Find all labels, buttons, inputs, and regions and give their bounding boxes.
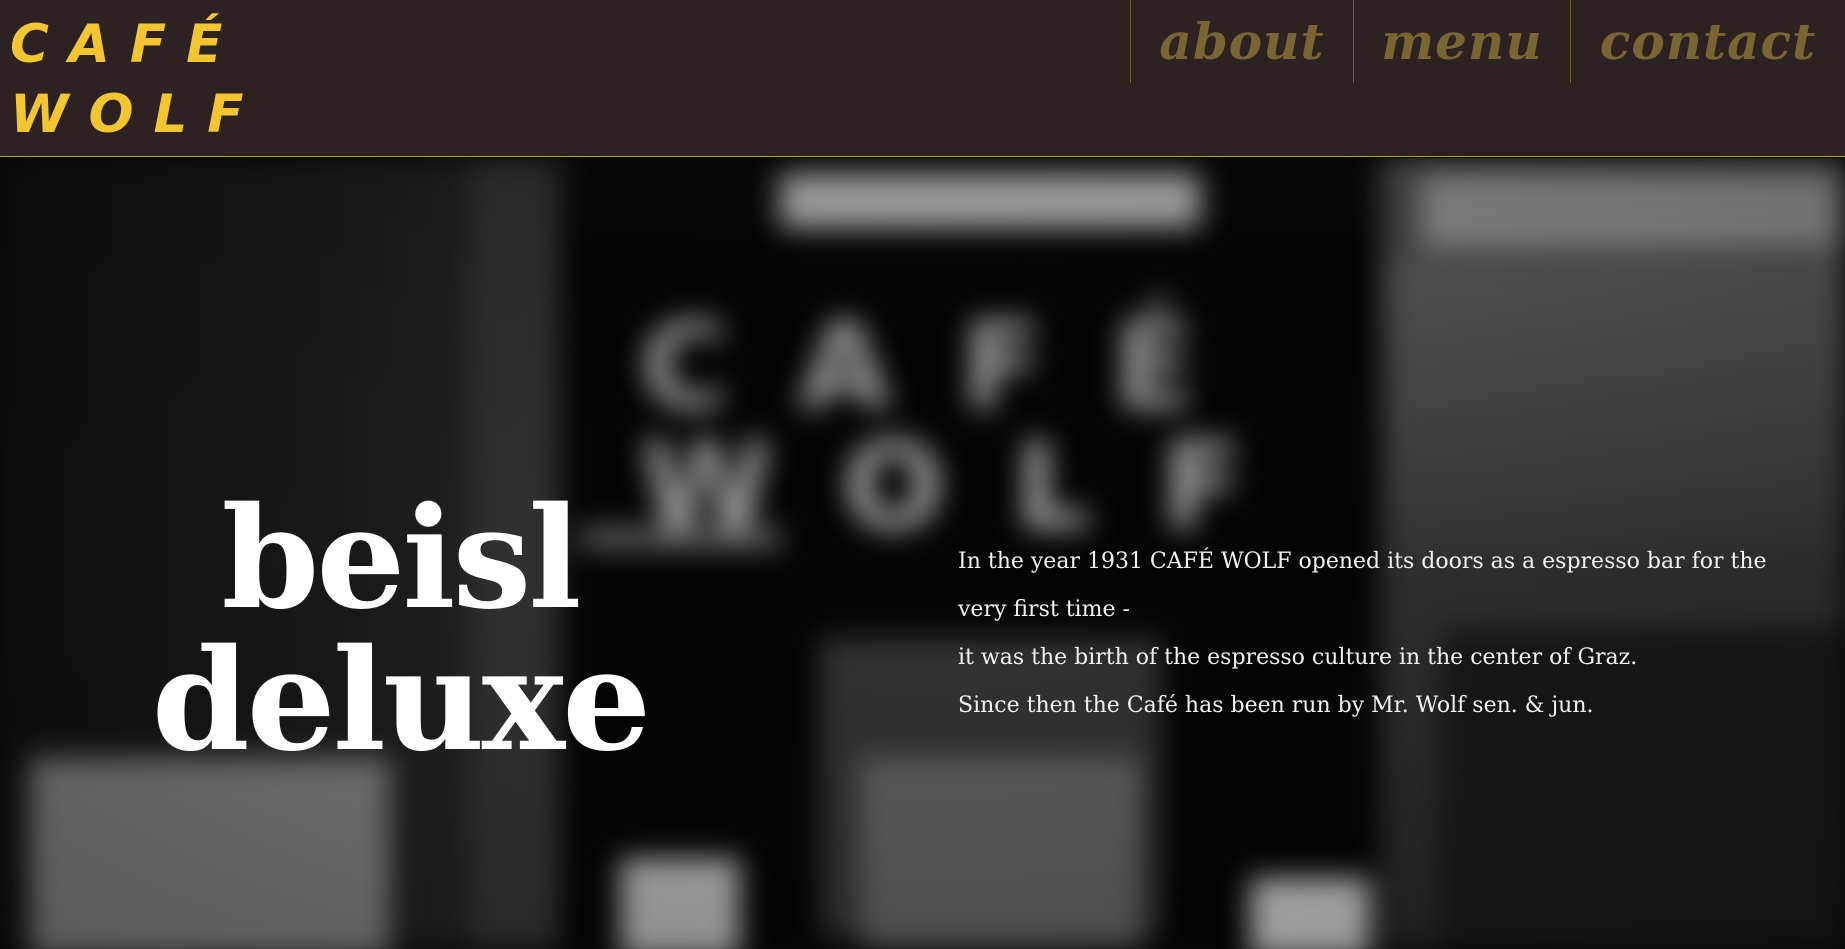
main-nav: about menu contact xyxy=(1130,0,1845,83)
site-header: CAFÉ WOLF about menu contact xyxy=(0,0,1845,157)
headline-line-2: deluxe xyxy=(151,619,651,783)
intro-paragraph-3: Since then the Café has been run by Mr. … xyxy=(958,693,1594,718)
headline-line-1: beisl xyxy=(221,477,581,641)
intro-paragraph-2: it was the birth of the espresso culture… xyxy=(958,645,1638,670)
nav-item-about[interactable]: about xyxy=(1130,0,1353,83)
hero-section: CAFÉWOLF beisl deluxe In the year 1931 C… xyxy=(0,158,1845,949)
hero-headline: beisl deluxe xyxy=(120,488,680,772)
nav-item-contact[interactable]: contact xyxy=(1570,0,1845,83)
logo-line-2: WOLF xyxy=(10,84,264,145)
logo-line-1: CAFÉ xyxy=(10,14,243,75)
intro-paragraph-1: In the year 1931 CAFÉ WOLF opened its do… xyxy=(958,549,1767,622)
intro-text: In the year 1931 CAFÉ WOLF opened its do… xyxy=(958,538,1818,730)
nav-item-menu[interactable]: menu xyxy=(1353,0,1570,83)
logo[interactable]: CAFÉ WOLF xyxy=(10,10,264,150)
